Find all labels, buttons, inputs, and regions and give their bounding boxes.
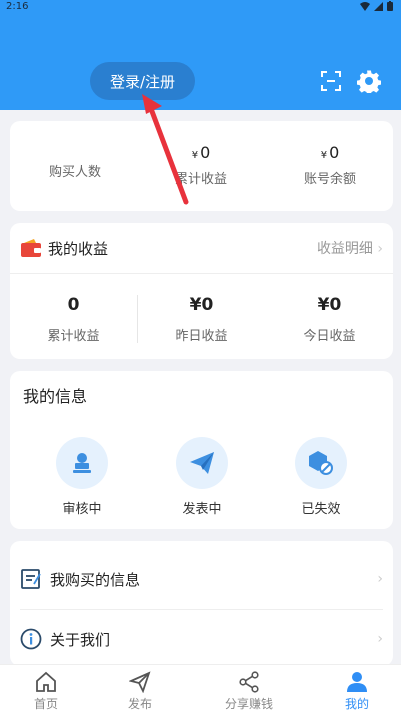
tab-profile[interactable]: 我的 [307, 671, 401, 712]
income-total-value: 0 [67, 295, 80, 315]
profile-icon [347, 672, 367, 692]
signal-icon [374, 1, 383, 11]
total-income-label: 累计收益 [174, 172, 227, 187]
total-income-stat: ¥0 累计收益 [156, 143, 246, 187]
expired-icon [309, 451, 333, 475]
tab-share-earn[interactable]: 分享赚钱 [199, 671, 299, 712]
menu-item-label: 我购买的信息 [50, 570, 141, 589]
profile-header: 2:16 登录/注册 [0, 0, 401, 110]
total-income-value: 0 [200, 143, 211, 162]
divider [10, 273, 393, 274]
login-register-button[interactable]: 登录/注册 [90, 62, 195, 100]
menu-item-label: 关于我们 [50, 630, 111, 649]
info-item-reviewing[interactable]: 审核中 [47, 437, 117, 517]
chevron-right-icon: › [377, 631, 383, 647]
chevron-right-icon: › [377, 571, 383, 587]
income-total: 0 累计收益 [10, 295, 137, 344]
status-bar: 2:16 [0, 0, 401, 14]
menu-card: 我购买的信息 › 关于我们 › [10, 541, 393, 666]
tab-label: 发布 [127, 697, 152, 711]
my-info-card: 我的信息 审核中 发表中 已失效 [10, 371, 393, 529]
info-item-label: 发表中 [182, 502, 222, 517]
chevron-right-icon: › [377, 241, 383, 257]
my-income-card: 我的收益 收益明细 › 0 累计收益 ¥0 昨日收益 ¥0 今日收益 [10, 223, 393, 359]
account-balance-value: 0 [329, 143, 340, 162]
tab-home[interactable]: 首页 [0, 671, 96, 712]
income-yesterday-label: 昨日收益 [175, 329, 228, 344]
tab-label: 首页 [33, 697, 58, 711]
income-yesterday: ¥0 昨日收益 [138, 295, 265, 344]
info-item-expired[interactable]: 已失效 [286, 437, 356, 517]
purchased-info-icon [21, 569, 41, 589]
publishing-icon [190, 452, 214, 474]
currency-symbol: ¥ [320, 150, 328, 161]
info-item-publishing[interactable]: 发表中 [167, 437, 237, 517]
income-today-value: ¥0 [317, 295, 342, 315]
income-today-label: 今日收益 [303, 329, 356, 344]
menu-item-about[interactable]: 关于我们 › [20, 619, 383, 659]
scan-icon[interactable] [321, 71, 341, 91]
wifi-icon [360, 1, 370, 11]
income-total-label: 累计收益 [47, 329, 100, 344]
system-icons [360, 1, 393, 11]
menu-item-purchased-info[interactable]: 我购买的信息 › [20, 559, 383, 599]
income-yesterday-value: ¥0 [189, 295, 214, 315]
info-item-label: 审核中 [62, 502, 102, 517]
publish-icon [129, 671, 151, 693]
divider [20, 609, 383, 610]
tab-label: 我的 [344, 697, 369, 711]
account-balance-label: 账号余额 [303, 172, 356, 187]
reviewing-icon [73, 453, 91, 473]
buyers-count-label: 购买人数 [48, 165, 101, 180]
about-icon [20, 628, 42, 650]
account-stats-card: 购买人数 ¥0 累计收益 ¥0 账号余额 [10, 121, 393, 211]
info-item-label: 已失效 [301, 502, 341, 517]
bottom-tab-bar: 首页 发布 分享赚钱 我的 [0, 664, 401, 714]
income-title: 我的收益 [48, 240, 109, 258]
tab-label: 分享赚钱 [224, 697, 273, 711]
battery-icon [387, 1, 393, 11]
income-detail-link[interactable]: 收益明细 › [317, 238, 383, 258]
account-balance-stat: ¥0 账号余额 [285, 143, 375, 187]
income-today: ¥0 今日收益 [266, 295, 393, 344]
home-icon [36, 671, 56, 692]
currency-symbol: ¥ [191, 150, 199, 161]
buyers-count: 购买人数 [30, 161, 120, 180]
status-time: 2:16 [6, 1, 29, 12]
gear-icon[interactable] [357, 69, 381, 93]
my-info-title: 我的信息 [23, 387, 88, 406]
share-icon [239, 671, 259, 693]
wallet-icon [21, 239, 41, 257]
tab-publish[interactable]: 发布 [90, 671, 190, 712]
